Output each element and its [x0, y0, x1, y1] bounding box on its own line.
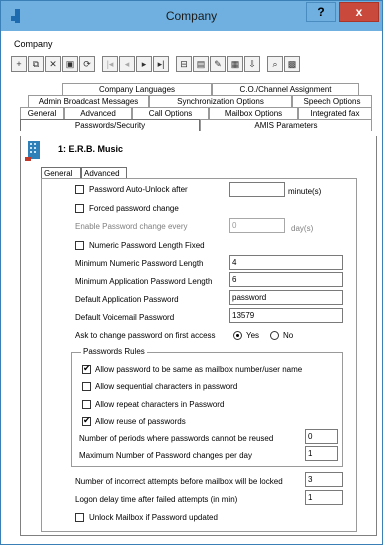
- close-button[interactable]: x: [339, 2, 379, 22]
- incorrect-attempts-field[interactable]: 3: [305, 472, 343, 487]
- incorrect-attempts-label: Number of incorrect attempts before mail…: [75, 477, 283, 486]
- default-app-label: Default Application Password: [75, 295, 179, 304]
- ask-change-yes-radio[interactable]: [233, 331, 242, 340]
- first-record-icon[interactable]: |◂: [102, 56, 118, 72]
- delete-icon[interactable]: ✕: [45, 56, 61, 72]
- forced-change-label: Forced password change: [89, 204, 179, 213]
- filter-icon[interactable]: ⊟: [176, 56, 192, 72]
- rule-repeat-checkbox[interactable]: [82, 400, 91, 409]
- periods-label: Number of periods where passwords cannot…: [79, 434, 274, 443]
- tab-call-options[interactable]: Call Options: [132, 107, 209, 119]
- rule-repeat-label: Allow repeat characters in Password: [95, 400, 225, 409]
- tab-integrated-fax[interactable]: Integrated fax: [298, 107, 372, 119]
- last-record-icon[interactable]: ▸|: [153, 56, 169, 72]
- unlock-updated-checkbox[interactable]: [75, 513, 84, 522]
- rule-same-label: Allow password to be same as mailbox num…: [95, 365, 303, 374]
- max-changes-field[interactable]: 1: [305, 446, 338, 461]
- menu-bar: Company: [3, 39, 53, 53]
- next-record-icon[interactable]: ▸: [136, 56, 152, 72]
- tab-co-channel-assignment[interactable]: C.O./Channel Assignment: [212, 83, 359, 95]
- min-app-label: Minimum Application Password Length: [75, 277, 213, 286]
- add-icon[interactable]: +: [11, 56, 27, 72]
- menu-company[interactable]: Company: [3, 39, 53, 49]
- tab-speech-options[interactable]: Speech Options: [292, 95, 372, 107]
- save-icon[interactable]: ▣: [62, 56, 78, 72]
- rule-reuse-label: Allow reuse of passwords: [95, 417, 186, 426]
- tab-general[interactable]: General: [20, 107, 64, 119]
- title-bar[interactable]: Company ? x: [1, 1, 382, 31]
- logon-delay-field[interactable]: 1: [305, 490, 343, 505]
- periods-field[interactable]: 0: [305, 429, 338, 444]
- toolbar-separator: [96, 56, 101, 74]
- company-name: 1: E.R.B. Music: [58, 144, 124, 154]
- forced-change-checkbox[interactable]: [75, 204, 84, 213]
- building-icon: [25, 141, 40, 161]
- report-icon[interactable]: ▦: [227, 56, 243, 72]
- tab-advanced[interactable]: Advanced: [64, 107, 132, 119]
- export-icon[interactable]: ⇩: [244, 56, 260, 72]
- rule-reuse-checkbox[interactable]: [82, 415, 91, 426]
- tab-amis-parameters[interactable]: AMIS Parameters: [200, 119, 372, 131]
- ask-change-yes-label: Yes: [246, 331, 260, 340]
- view-icon[interactable]: ▤: [193, 56, 209, 72]
- tab-admin-broadcast[interactable]: Admin Broadcast Messages: [28, 95, 149, 107]
- ask-change-no-radio[interactable]: [270, 331, 279, 340]
- tab-synchronization-options[interactable]: Synchronization Options: [149, 95, 292, 107]
- ask-change-no-label: No: [283, 331, 294, 340]
- enable-change-label: Enable Password change every: [75, 222, 188, 231]
- ask-change-label: Ask to change password on first access: [75, 331, 216, 340]
- prev-record-icon[interactable]: ◂: [119, 56, 135, 72]
- enable-change-field[interactable]: 0: [229, 218, 285, 233]
- auto-unlock-field[interactable]: [229, 182, 285, 197]
- min-numeric-label: Minimum Numeric Password Length: [75, 259, 204, 268]
- logon-delay-label: Logon delay time after failed attempts (…: [75, 495, 238, 504]
- default-vm-field[interactable]: 13579: [229, 308, 343, 323]
- company-window: Company ? x Company + ⧉ ✕ ▣ ⟳ |◂ ◂ ▸ ▸| …: [0, 0, 383, 545]
- max-changes-label: Maximum Number of Password changes per d…: [79, 451, 252, 460]
- refresh-icon[interactable]: ⟳: [79, 56, 95, 72]
- toolbar-separator: [170, 56, 175, 74]
- rule-sequential-checkbox[interactable]: [82, 382, 91, 391]
- min-app-field[interactable]: 6: [229, 272, 343, 287]
- enable-change-unit: day(s): [291, 224, 314, 233]
- edit-icon[interactable]: ✎: [210, 56, 226, 72]
- toolbar: + ⧉ ✕ ▣ ⟳ |◂ ◂ ▸ ▸| ⊟ ▤ ✎ ▦ ⇩ ⌕ ▩: [11, 56, 300, 74]
- tab-mailbox-options[interactable]: Mailbox Options: [209, 107, 298, 119]
- find-icon[interactable]: ⌕: [267, 56, 283, 72]
- rule-sequential-label: Allow sequential characters in password: [95, 382, 238, 391]
- copy-icon[interactable]: ⧉: [28, 56, 44, 72]
- auto-unlock-unit: minute(s): [288, 187, 322, 196]
- password-rules-title: Passwords Rules: [81, 347, 147, 356]
- default-app-field[interactable]: password: [229, 290, 343, 305]
- default-vm-label: Default Voicemail Password: [75, 313, 175, 322]
- rule-same-checkbox[interactable]: [82, 363, 91, 374]
- toolbar-separator: [261, 56, 266, 74]
- auto-unlock-checkbox[interactable]: [75, 185, 84, 194]
- tab-passwords-security[interactable]: Passwords/Security: [20, 119, 200, 131]
- auto-unlock-label: Password Auto-Unlock after: [89, 185, 188, 194]
- min-numeric-field[interactable]: 4: [229, 255, 343, 270]
- numeric-fixed-checkbox[interactable]: [75, 241, 84, 250]
- unlock-updated-label: Unlock Mailbox if Password updated: [89, 513, 218, 522]
- tab-company-languages[interactable]: Company Languages: [62, 83, 212, 95]
- numeric-fixed-label: Numeric Password Length Fixed: [89, 241, 205, 250]
- print-icon[interactable]: ▩: [284, 56, 300, 72]
- help-button[interactable]: ?: [306, 2, 336, 22]
- tab-strip: Company Languages C.O./Channel Assignmen…: [20, 83, 377, 131]
